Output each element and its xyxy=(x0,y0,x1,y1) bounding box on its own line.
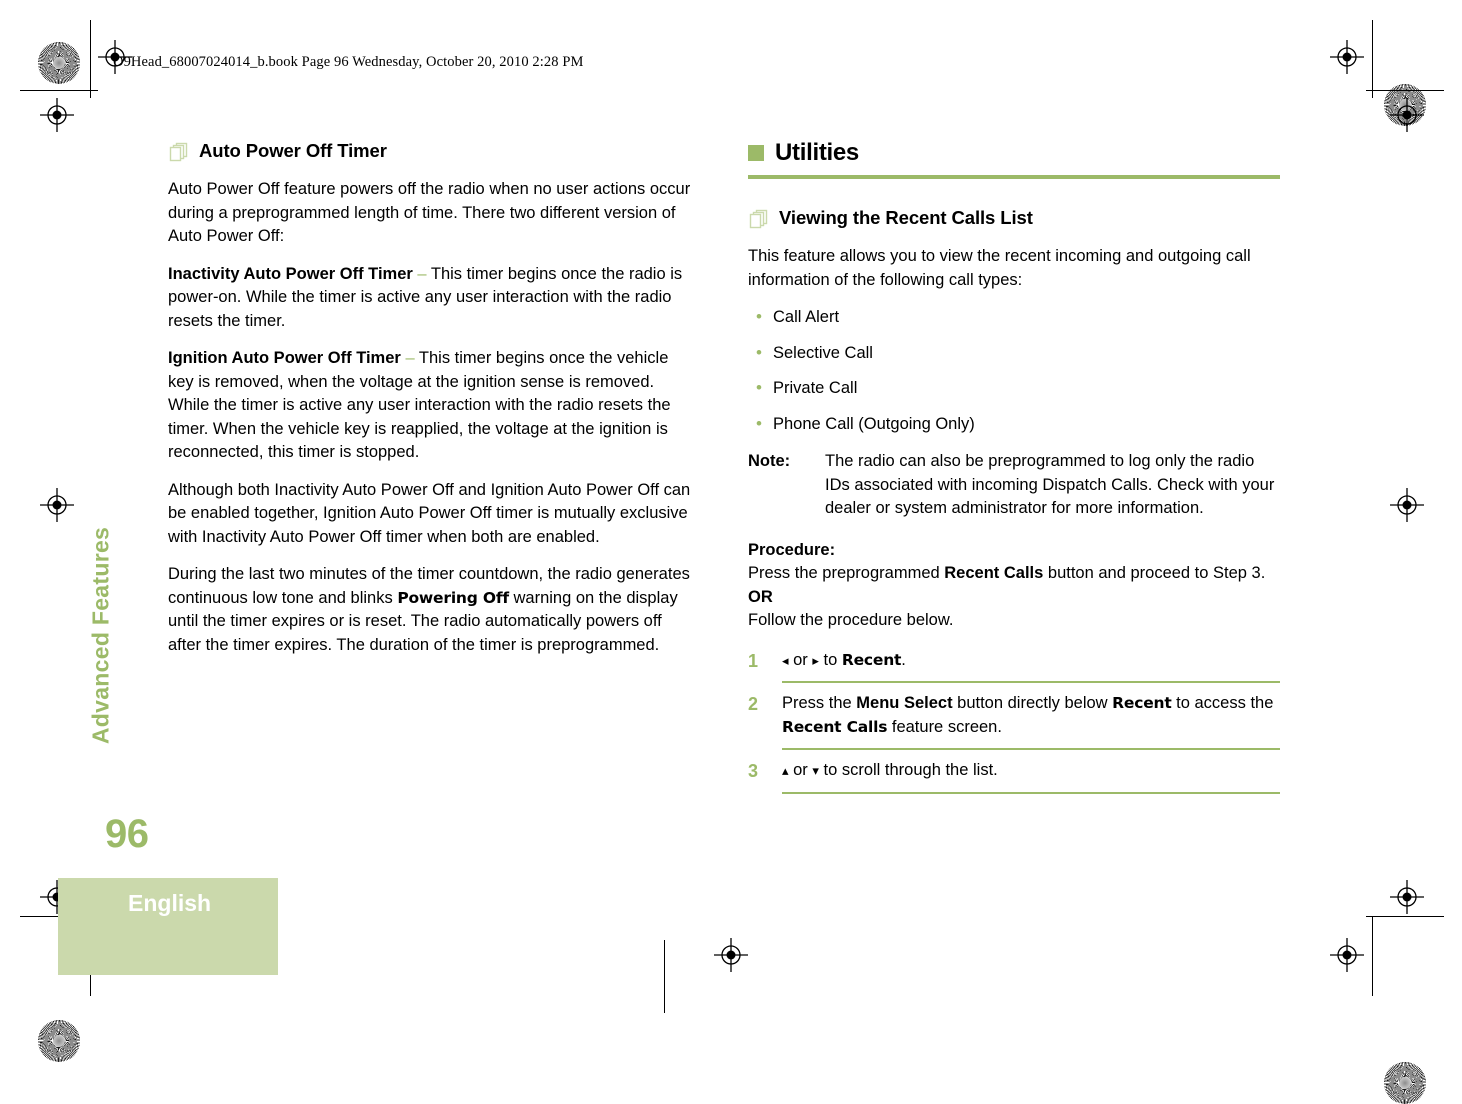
list-item: Phone Call (Outgoing Only) xyxy=(748,412,1280,437)
paragraph-recent-calls-intro: This feature allows you to view the rece… xyxy=(748,247,1251,289)
crosshair-mark-mid-right xyxy=(1390,488,1424,522)
right-feature-heading-label: Viewing the Recent Calls List xyxy=(779,207,1033,228)
term-dash-inactivity: – xyxy=(417,264,427,283)
step-number: 2 xyxy=(748,694,759,714)
paragraph-countdown: During the last two minutes of the timer… xyxy=(168,563,696,657)
bold-menu-select-button: Menu Select xyxy=(856,694,953,712)
right-column: Utilities Viewing the Recent Calls List … xyxy=(748,140,1280,794)
starburst-registration-mark-top-left xyxy=(38,42,80,84)
step-body: ▴ or ▾ to scroll through the list. xyxy=(782,759,1280,794)
display-text-recent-calls: Recent Calls xyxy=(782,717,888,736)
note-label: Note: xyxy=(748,452,791,470)
page-number: 96 xyxy=(105,812,149,856)
section-heading-utilities: Utilities xyxy=(748,140,1280,166)
left-feature-heading: Auto Power Off Timer xyxy=(168,140,696,162)
procedure-or: OR xyxy=(748,587,773,606)
trim-line-right-bottom-vertical xyxy=(1372,916,1374,996)
crosshair-mark-upper-left-inner xyxy=(40,98,74,132)
procedure-label: Procedure: xyxy=(748,540,836,559)
crosshair-mark-upper-right-inner xyxy=(1390,98,1424,132)
left-column: Auto Power Off Timer Auto Power Off feat… xyxy=(168,140,696,671)
note-block: Note: The radio can also be preprogramme… xyxy=(748,450,1280,521)
starburst-registration-mark-bottom-left xyxy=(38,1020,80,1062)
section-heading-label: Utilities xyxy=(775,139,859,166)
crosshair-mark-lower-right-inner xyxy=(1390,880,1424,914)
crosshair-mark-mid-left xyxy=(40,488,74,522)
procedure-line-1: Press the preprogrammed Recent Calls but… xyxy=(748,564,1266,582)
bold-recent-calls-button: Recent Calls xyxy=(944,564,1044,582)
display-text-recent: Recent xyxy=(1112,694,1172,712)
step-3: 3 ▴ or ▾ to scroll through the list. xyxy=(748,759,1280,794)
crosshair-mark-bottom-center xyxy=(714,938,748,972)
procedure-line-2: Follow the procedure below. xyxy=(748,611,954,629)
list-item: Call Alert xyxy=(748,305,1280,330)
step-number: 1 xyxy=(748,650,759,671)
term-ignition: Ignition Auto Power Off Timer xyxy=(168,349,401,367)
trim-line-right-vertical xyxy=(1372,20,1374,98)
language-badge: English xyxy=(58,878,278,975)
trim-line-bottom-center-vertical xyxy=(664,940,666,1013)
paragraph-ignition: Ignition Auto Power Off Timer – This tim… xyxy=(168,347,696,465)
list-item: Selective Call xyxy=(748,341,1280,366)
right-feature-heading: Viewing the Recent Calls List xyxy=(748,207,1280,229)
note-text: The radio can also be preprogrammed to l… xyxy=(825,452,1275,517)
section-divider-rule xyxy=(748,175,1280,179)
list-item: Private Call xyxy=(748,376,1280,401)
term-inactivity: Inactivity Auto Power Off Timer xyxy=(168,264,413,283)
file-slug-header: O9Head_68007024014_b.book Page 96 Wednes… xyxy=(113,54,584,70)
trim-line-left-horizontal xyxy=(20,90,98,92)
display-text-recent: Recent xyxy=(841,650,902,669)
left-feature-heading-label: Auto Power Off Timer xyxy=(199,140,387,161)
page-stack-icon xyxy=(168,141,190,163)
step-body: Press the Menu Select button directly be… xyxy=(782,692,1280,750)
display-text-powering-off: Powering Off xyxy=(397,588,509,607)
section-square-icon xyxy=(748,145,764,161)
trim-line-left-vertical xyxy=(90,20,92,98)
trim-line-right-bottom-horizontal xyxy=(1366,916,1444,918)
chapter-side-tab: Advanced Features xyxy=(87,526,114,745)
paragraph-mutual-exclusive: Although both Inactivity Auto Power Off … xyxy=(168,480,691,546)
starburst-registration-mark-bottom-right xyxy=(1384,1062,1426,1104)
term-dash-ignition: – xyxy=(405,349,415,367)
crosshair-mark-top-right xyxy=(1330,40,1364,74)
step-number: 3 xyxy=(748,761,759,781)
procedure-steps: 1 ◂ or ▸ to Recent. 2 Press the Menu Sel… xyxy=(748,649,1280,794)
language-label: English xyxy=(128,890,212,916)
step-2: 2 Press the Menu Select button directly … xyxy=(748,692,1280,750)
paragraph-inactivity: Inactivity Auto Power Off Timer – This t… xyxy=(168,263,696,334)
page-stack-icon xyxy=(748,208,770,230)
call-types-list: Call Alert Selective Call Private Call P… xyxy=(748,305,1280,437)
step-1: 1 ◂ or ▸ to Recent. xyxy=(748,649,1280,683)
trim-line-right-horizontal xyxy=(1366,90,1444,92)
step-body: ◂ or ▸ to Recent. xyxy=(782,649,1280,683)
paragraph-intro: Auto Power Off feature powers off the ra… xyxy=(168,180,691,245)
crosshair-mark-bottom-right xyxy=(1330,938,1364,972)
